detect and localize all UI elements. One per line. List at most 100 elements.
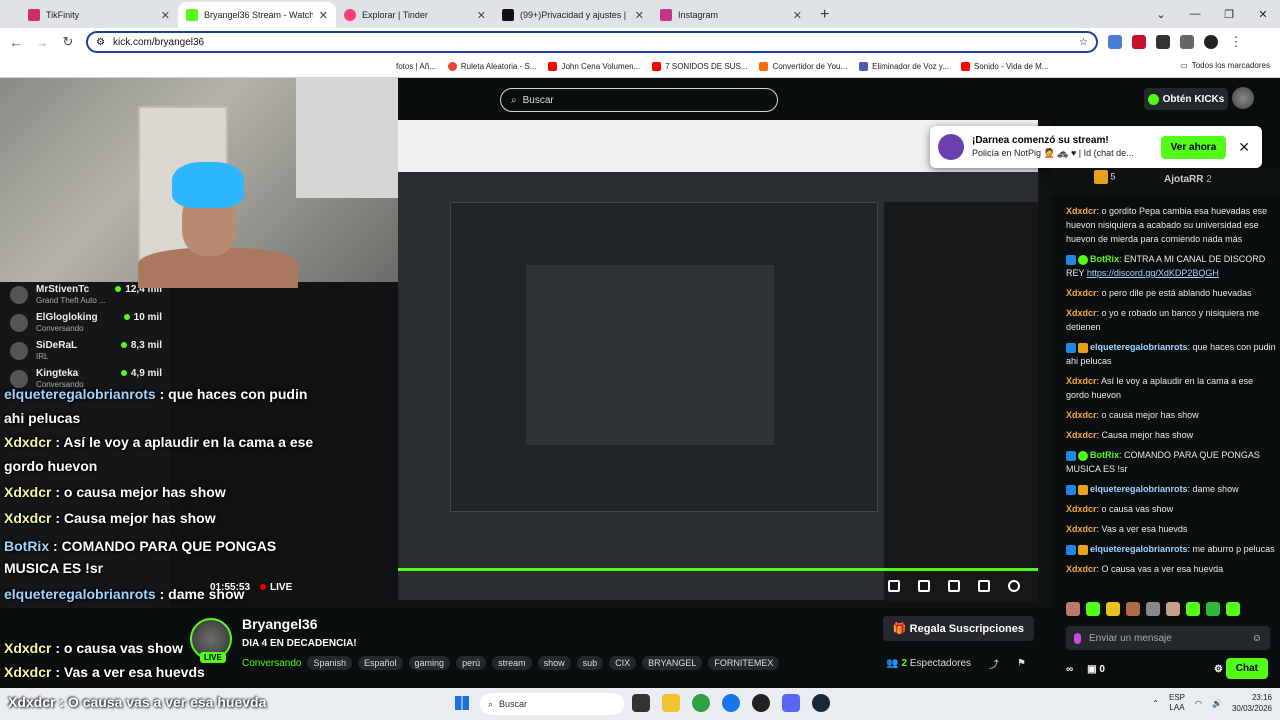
emote-icon[interactable] bbox=[1126, 602, 1140, 616]
chat-message-input[interactable]: Enviar un mensaje ☺ bbox=[1066, 626, 1270, 650]
share-icon[interactable]: ⤴ bbox=[989, 656, 999, 671]
close-icon[interactable]: ✕ bbox=[635, 9, 644, 22]
extensions-puzzle-icon[interactable] bbox=[1180, 35, 1194, 49]
emote-icon[interactable] bbox=[1106, 602, 1120, 616]
follow-icon[interactable]: ⚑ bbox=[1017, 658, 1026, 669]
user-avatar[interactable] bbox=[1232, 87, 1254, 109]
list-item[interactable]: ElGlogloking Conversando 10 mil bbox=[8, 312, 166, 340]
emote-icon[interactable] bbox=[1146, 602, 1160, 616]
gift-subscriptions-button[interactable]: 🎁 Regala Suscripciones bbox=[882, 616, 1034, 641]
tab-tinder[interactable]: Explorar | Tinder ✕ bbox=[336, 2, 494, 28]
steam-icon[interactable] bbox=[812, 694, 830, 712]
language-indicator[interactable]: ESP LAA bbox=[1169, 693, 1185, 713]
new-tab-icon[interactable]: + bbox=[820, 2, 829, 28]
streamer-name[interactable]: Bryangel36 bbox=[242, 616, 317, 632]
minimize-icon[interactable]: — bbox=[1178, 0, 1212, 28]
fullscreen-icon[interactable] bbox=[978, 580, 990, 592]
back-icon[interactable]: ← bbox=[8, 35, 24, 50]
obs-icon[interactable] bbox=[752, 694, 770, 712]
forward-icon[interactable]: → bbox=[34, 35, 50, 50]
emote-icon[interactable] bbox=[1086, 602, 1100, 616]
extension-icon[interactable] bbox=[1132, 35, 1146, 49]
search-input[interactable]: ⌕ Buscar bbox=[500, 88, 778, 112]
viewer-count: 4,9 mil bbox=[121, 368, 162, 379]
windows-start-icon[interactable] bbox=[455, 696, 469, 710]
url-text[interactable]: kick.com/bryangel36 bbox=[113, 37, 1071, 48]
chrome-icon[interactable] bbox=[722, 694, 740, 712]
chat-footer: ∞ ▣ 0 ⚙ Chat bbox=[1066, 658, 1278, 680]
tag[interactable]: Español bbox=[358, 656, 403, 670]
emote-icon[interactable] bbox=[1226, 602, 1240, 616]
bookmark-item[interactable]: Convertidor de You... bbox=[759, 62, 847, 71]
tab-title: Instagram bbox=[678, 10, 719, 20]
crown-badge-icon bbox=[1078, 484, 1088, 495]
tag[interactable]: show bbox=[537, 656, 571, 670]
emote-icon[interactable] bbox=[1166, 602, 1180, 616]
emoji-icon[interactable]: ☺ bbox=[1252, 633, 1262, 644]
bookmark-item[interactable]: Sonido - Vida de M... bbox=[960, 62, 1049, 71]
extension-icon[interactable] bbox=[1108, 35, 1122, 49]
bookmark-item[interactable]: fotos | Añ... bbox=[396, 62, 436, 71]
discord-icon[interactable] bbox=[782, 694, 800, 712]
discord-link[interactable]: https://discord.gg/XdKDP2BQGH bbox=[1087, 268, 1219, 278]
restore-icon[interactable]: ❐ bbox=[1212, 0, 1246, 28]
list-item[interactable]: MrStivenTc Grand Theft Auto ... 12,4 mil bbox=[8, 284, 166, 312]
stream-category[interactable]: Conversando bbox=[242, 658, 301, 669]
close-window-icon[interactable]: ✕ bbox=[1246, 0, 1280, 28]
chevron-up-icon[interactable]: ⌃ bbox=[1152, 699, 1159, 708]
tag[interactable]: sub bbox=[576, 656, 604, 670]
settings-gear-icon[interactable] bbox=[1008, 580, 1020, 592]
task-view-icon[interactable] bbox=[632, 694, 650, 712]
chat-send-button[interactable]: Chat bbox=[1225, 658, 1268, 679]
tab-kick-stream[interactable]: Bryangel36 Stream - Watch Live ✕ bbox=[178, 2, 336, 28]
tag[interactable]: perú bbox=[456, 656, 487, 670]
wifi-icon[interactable]: ◠ bbox=[1195, 699, 1202, 708]
tab-tiktok[interactable]: (99+)Privacidad y ajustes | TikTok ✕ bbox=[494, 2, 652, 28]
taskbar-search[interactable]: ⌕ Buscar bbox=[480, 693, 624, 715]
tag[interactable]: gaming bbox=[408, 656, 451, 670]
tag[interactable]: FORNITEMEX bbox=[708, 656, 780, 670]
close-icon[interactable]: ✕ bbox=[1234, 139, 1254, 156]
chevron-down-icon[interactable]: ⌄ bbox=[1144, 0, 1178, 28]
bookmark-item[interactable]: Eliminador de Voz y... bbox=[859, 62, 949, 71]
bookmark-star-icon[interactable]: ☆ bbox=[1079, 37, 1088, 48]
emote-icon[interactable] bbox=[1186, 602, 1200, 616]
chrome-icon[interactable] bbox=[692, 694, 710, 712]
gift-count[interactable]: ▣ 0 bbox=[1087, 664, 1105, 675]
close-icon[interactable]: ✕ bbox=[477, 9, 486, 22]
close-icon[interactable]: ✕ bbox=[161, 9, 170, 22]
chat-settings-icon[interactable]: ⚙ bbox=[1214, 664, 1223, 675]
all-bookmarks[interactable]: ▭ Todos los marcadores bbox=[1180, 61, 1270, 70]
tag[interactable]: stream bbox=[492, 656, 532, 670]
list-item[interactable]: SiDeRaL IRL 8,3 mil bbox=[8, 340, 166, 368]
clip-icon[interactable] bbox=[918, 580, 930, 592]
close-icon[interactable]: ✕ bbox=[319, 9, 328, 22]
emote-icon[interactable] bbox=[1206, 602, 1220, 616]
clock[interactable]: 23:16 30/03/2026 bbox=[1232, 692, 1272, 714]
tab-tikfinity[interactable]: TikFinity ✕ bbox=[20, 2, 178, 28]
volume-icon[interactable]: 🔊 bbox=[1212, 699, 1222, 708]
address-bar[interactable]: ⚙ kick.com/bryangel36 ☆ bbox=[86, 31, 1098, 53]
video-player[interactable]: MrStivenTc Grand Theft Auto ... 12,4 mil E… bbox=[0, 78, 1052, 608]
watch-now-button[interactable]: Ver ahora bbox=[1160, 135, 1227, 159]
miniplayer-icon[interactable] bbox=[948, 580, 960, 592]
bookmark-item[interactable]: 7 SONIDOS DE SUS... bbox=[652, 62, 747, 71]
theater-mode-icon[interactable] bbox=[888, 580, 900, 592]
bookmark-item[interactable]: John Cena Volumen... bbox=[548, 62, 640, 71]
emote-icon[interactable] bbox=[1066, 602, 1080, 616]
tag[interactable]: CIX bbox=[609, 656, 637, 670]
close-icon[interactable]: ✕ bbox=[793, 9, 802, 22]
get-kicks-button[interactable]: Obtén KICKs bbox=[1144, 88, 1228, 110]
extension-icon[interactable] bbox=[1156, 35, 1170, 49]
file-explorer-icon[interactable] bbox=[662, 694, 680, 712]
reload-icon[interactable]: ↻ bbox=[60, 34, 76, 50]
site-info-icon[interactable]: ⚙ bbox=[96, 37, 105, 48]
profile-avatar-icon[interactable] bbox=[1204, 35, 1218, 49]
menu-kebab-icon[interactable]: ⋮ bbox=[1228, 34, 1244, 50]
kicks-balance-icon[interactable]: ∞ bbox=[1066, 664, 1073, 675]
tab-instagram[interactable]: Instagram ✕ bbox=[652, 2, 810, 28]
tag[interactable]: BRYANGEL bbox=[642, 656, 703, 670]
tag[interactable]: Spanish bbox=[307, 656, 353, 670]
microphone-icon[interactable] bbox=[1074, 632, 1081, 644]
bookmark-item[interactable]: Ruleta Aleatoria - S... bbox=[447, 62, 536, 71]
